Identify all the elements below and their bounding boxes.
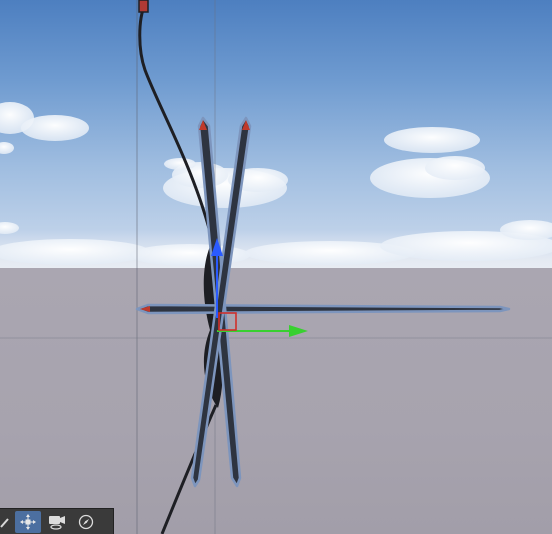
compass-icon (78, 514, 94, 529)
gizmo-right-arrowhead[interactable] (289, 325, 308, 337)
viewport-toolbar (0, 508, 114, 534)
move-gizmo-button[interactable] (15, 510, 41, 533)
cloud-horizon (0, 220, 552, 266)
scene-overlay (0, 0, 552, 534)
compass-button[interactable] (73, 511, 99, 533)
3d-viewport[interactable] (0, 0, 552, 534)
move-gizmo-icon (20, 513, 36, 530)
bow-top-tip (138, 0, 149, 13)
pan-tool-button[interactable] (0, 511, 12, 533)
cloud-right (370, 127, 490, 198)
cloud-left (0, 102, 89, 154)
camera-view-button[interactable] (44, 511, 70, 533)
pan-tool-icon (0, 517, 9, 528)
camera-view-icon (49, 515, 65, 530)
bone-horizontal[interactable] (135, 303, 511, 315)
cloud-center (163, 158, 288, 208)
